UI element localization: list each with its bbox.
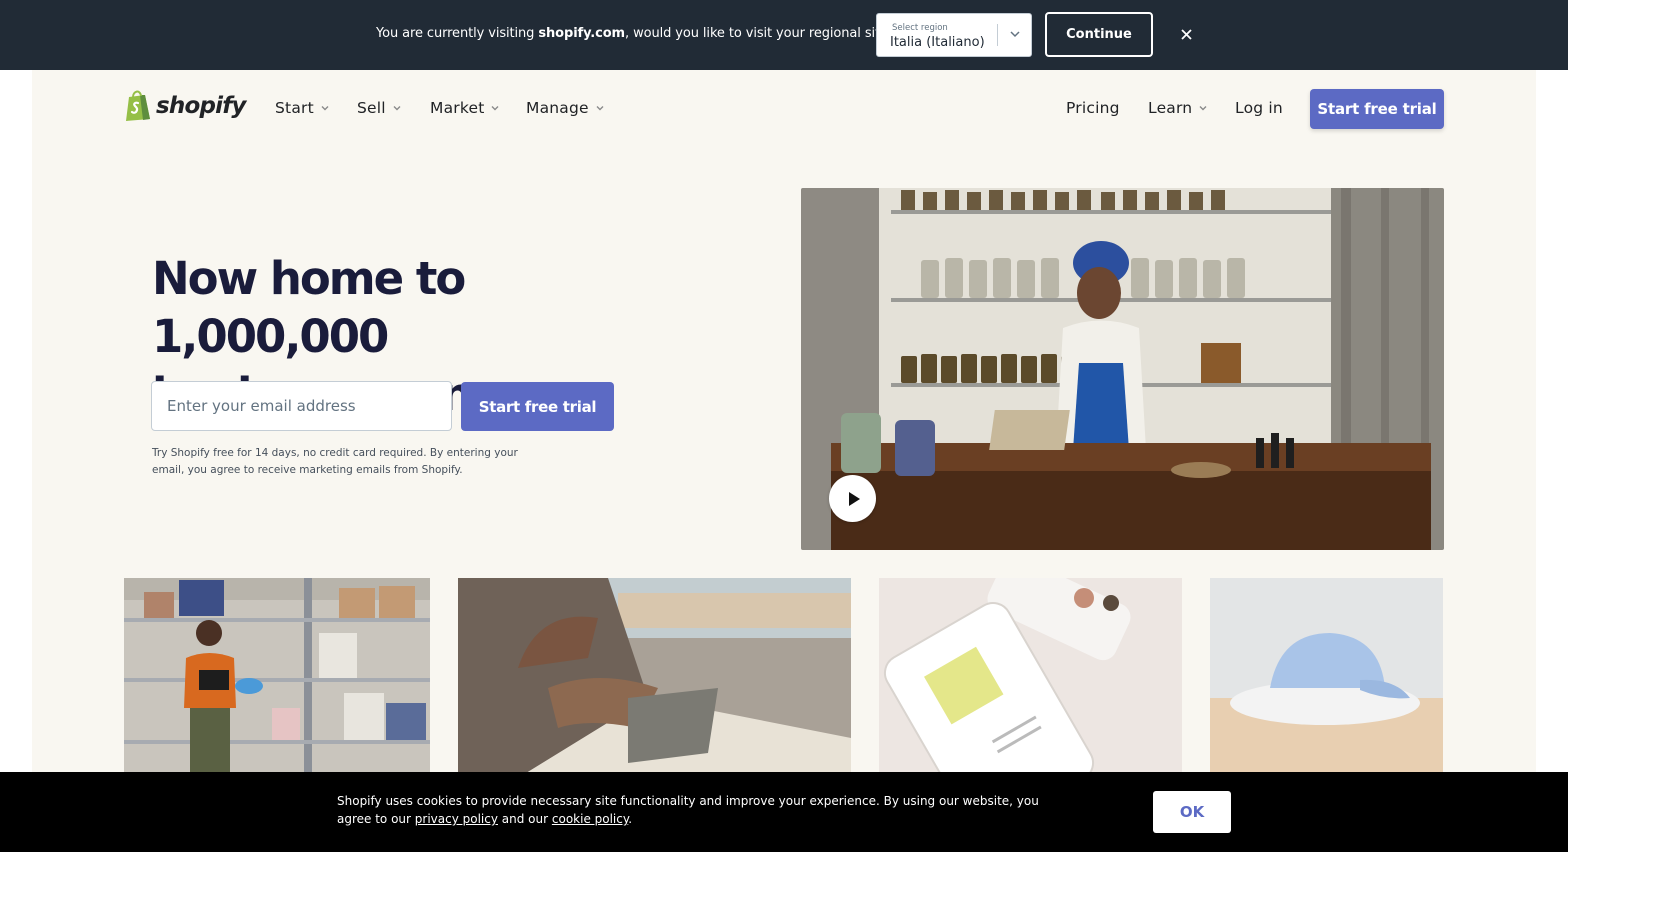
mobile-store-photo [879, 578, 1182, 778]
chevron-down-icon [491, 106, 499, 111]
nav-manage-label: Manage [526, 99, 589, 117]
nav-manage[interactable]: Manage [526, 99, 605, 117]
region-select[interactable]: Select region Italia (Italiano) [876, 13, 1032, 57]
start-free-trial-hero-button[interactable]: Start free trial [461, 382, 614, 431]
nav-start[interactable]: Start [275, 99, 330, 117]
nav-market-label: Market [430, 99, 485, 117]
region-current-site: shopify.com [538, 26, 626, 41]
chevron-down-icon [1010, 31, 1020, 38]
region-select-label: Select region [892, 23, 948, 33]
feature-image-craftsman [458, 578, 851, 778]
nav-login[interactable]: Log in [1235, 99, 1283, 117]
trial-disclaimer: Try Shopify free for 14 days, no credit … [152, 447, 518, 476]
nav-pricing[interactable]: Pricing [1066, 99, 1120, 117]
logo-wordmark: shopify [156, 92, 246, 119]
shop-owner-illustration [801, 188, 1444, 550]
craftsman-photo [458, 578, 851, 778]
close-icon[interactable] [1178, 26, 1195, 43]
chevron-down-icon [393, 106, 401, 111]
region-banner-message: You are currently visiting shopify.com, … [376, 26, 895, 41]
email-input[interactable] [151, 381, 452, 431]
chevron-down-icon [1199, 106, 1207, 111]
chevron-down-icon [596, 106, 604, 111]
privacy-policy-link[interactable]: privacy policy [415, 812, 498, 826]
hero-heading-line1: Now home to 1,000,000 [152, 252, 466, 363]
nav-learn-label: Learn [1148, 99, 1193, 117]
continue-button[interactable]: Continue [1045, 12, 1153, 57]
hero-video-thumbnail[interactable] [801, 188, 1444, 550]
nav-sell[interactable]: Sell [357, 99, 402, 117]
nav-start-label: Start [275, 99, 314, 117]
feature-image-cap [1210, 578, 1443, 778]
start-free-trial-header-button[interactable]: Start free trial [1310, 89, 1444, 129]
feature-image-mobile-store [879, 578, 1182, 778]
shopping-bag-icon [126, 90, 150, 121]
chevron-down-icon [321, 106, 329, 111]
nav-sell-label: Sell [357, 99, 386, 117]
nav-market[interactable]: Market [430, 99, 500, 117]
warehouse-photo [124, 578, 430, 778]
cookie-message: Shopify uses cookies to provide necessar… [337, 794, 1039, 826]
shopify-logo[interactable]: shopify [123, 89, 246, 122]
nav-learn[interactable]: Learn [1148, 99, 1208, 117]
region-select-divider [997, 24, 998, 46]
feature-image-warehouse [124, 578, 430, 778]
region-select-value: Italia (Italiano) [890, 35, 985, 50]
cookie-ok-button[interactable]: OK [1153, 791, 1231, 833]
cap-photo [1210, 578, 1443, 778]
cookie-policy-link[interactable]: cookie policy [552, 812, 628, 826]
play-video-button[interactable] [829, 475, 876, 522]
play-icon [848, 491, 860, 506]
